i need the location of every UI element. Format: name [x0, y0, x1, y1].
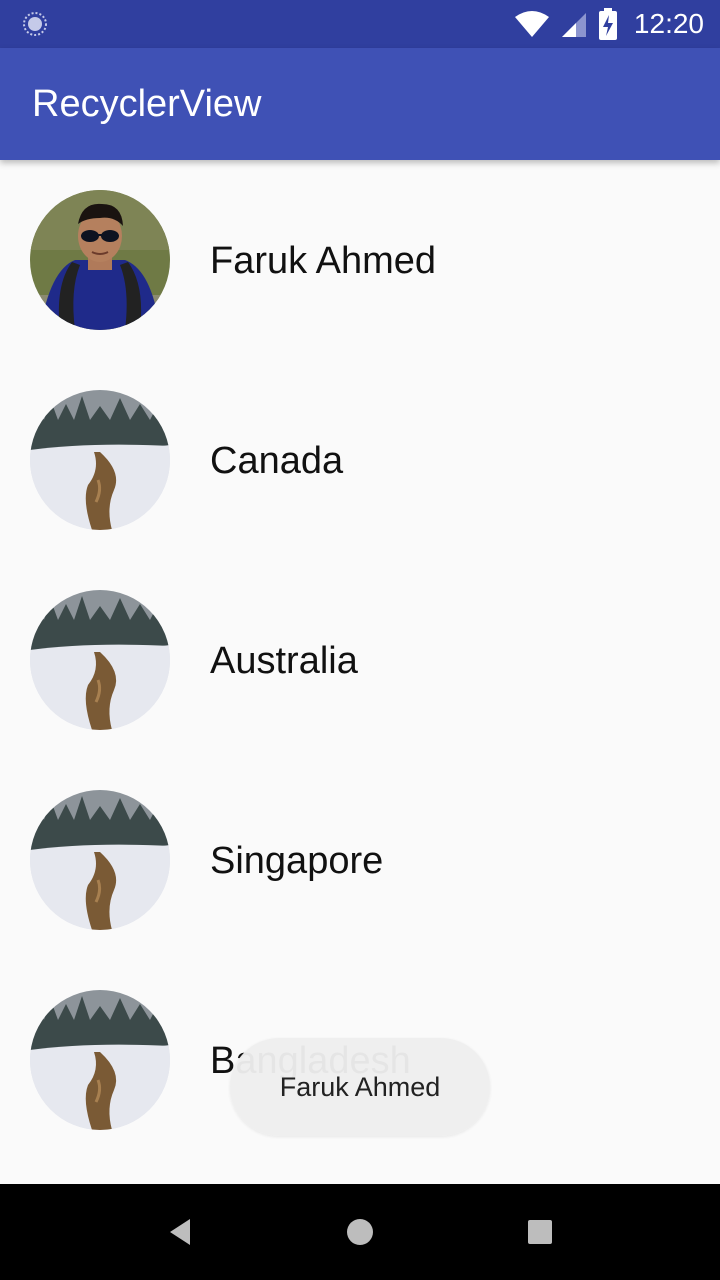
list-item[interactable]: Canada	[0, 360, 720, 560]
item-label: Faruk Ahmed	[210, 240, 436, 282]
app-title: RecyclerView	[32, 83, 262, 125]
toast-message: Faruk Ahmed	[230, 1038, 490, 1136]
item-label: Singapore	[210, 840, 384, 882]
back-button[interactable]	[152, 1204, 208, 1260]
signal-icon	[561, 13, 586, 37]
status-icons: 12:20	[514, 0, 704, 48]
battery-charging-icon	[598, 8, 617, 40]
wifi-icon	[514, 11, 549, 37]
status-time: 12:20	[633, 8, 704, 39]
list-item[interactable]: Australia	[0, 560, 720, 760]
system-nav-bar	[0, 1184, 720, 1280]
item-label: Australia	[210, 640, 358, 682]
status-bar: 12:20	[0, 0, 720, 48]
snow-landscape-avatar	[30, 790, 170, 930]
list-item[interactable]: Faruk Ahmed	[0, 160, 720, 360]
snow-landscape-avatar	[30, 390, 170, 530]
list-item[interactable]: Singapore	[0, 760, 720, 960]
snow-landscape-avatar	[30, 590, 170, 730]
person-photo-avatar	[30, 190, 170, 330]
back-icon	[170, 1219, 190, 1245]
sync-icon	[23, 12, 47, 36]
recents-icon	[528, 1220, 552, 1244]
snow-landscape-avatar	[30, 990, 170, 1130]
recycler-list[interactable]: Faruk Ahmed Canada Australia Singapore	[0, 160, 720, 1184]
toast-text: Faruk Ahmed	[279, 1071, 441, 1102]
recents-button[interactable]	[512, 1204, 568, 1260]
app-screen: 12:20 RecyclerView Faruk Ahmed Canada Au…	[0, 0, 720, 1280]
home-button[interactable]	[332, 1204, 388, 1260]
home-icon	[347, 1219, 373, 1245]
app-toolbar: RecyclerView	[0, 48, 720, 160]
item-label: Canada	[210, 440, 344, 482]
